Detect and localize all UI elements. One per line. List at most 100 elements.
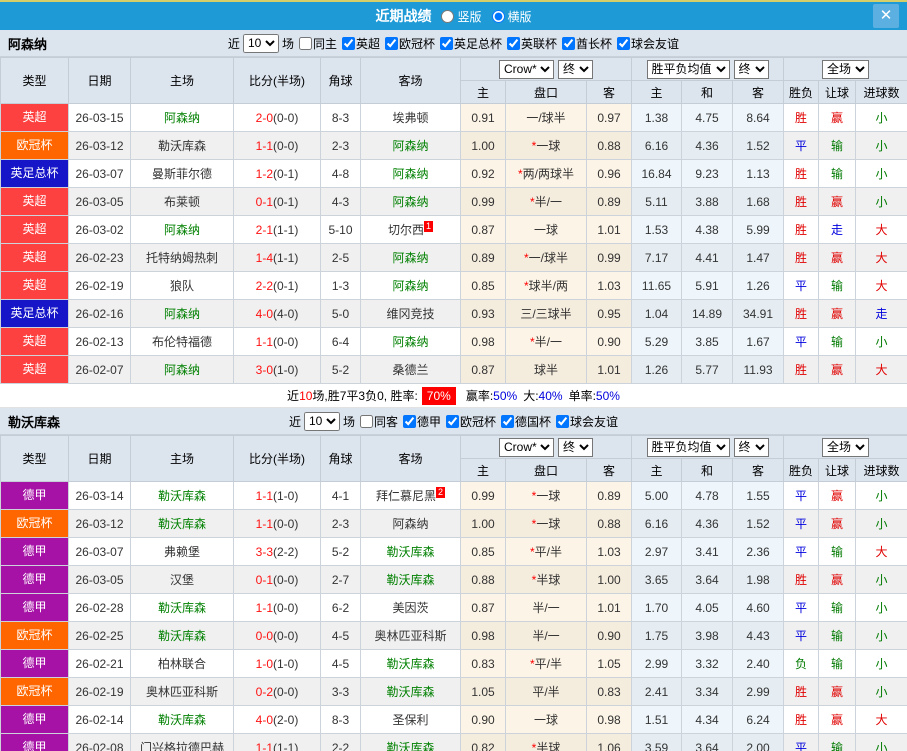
league-3-option[interactable]: 英联杯 xyxy=(502,35,557,52)
match-date: 26-02-21 xyxy=(68,649,131,678)
league-5-option[interactable]: 球会友谊 xyxy=(612,35,679,52)
match-date: 26-03-05 xyxy=(68,565,131,594)
goals-result-cell: 小 xyxy=(855,677,907,706)
euro-away-odds: 2.36 xyxy=(731,537,785,566)
asian-odds-group: Crow* 终 xyxy=(460,435,632,459)
goals-result-cell: 小 xyxy=(855,509,907,538)
win-rate-badge: 70% xyxy=(421,386,456,405)
odds-type-select[interactable]: 胜平负均值 xyxy=(646,59,730,79)
handicap-result-cell: 赢 xyxy=(818,509,857,538)
euro-away-odds: 1.52 xyxy=(731,131,785,160)
league-1-option[interactable]: 欧冠杯 xyxy=(441,413,496,430)
vertical-radio[interactable] xyxy=(441,9,455,23)
stat-label: 大: xyxy=(523,389,539,403)
league-2-option[interactable]: 英足总杯 xyxy=(435,35,502,52)
euro-home-odds: 2.99 xyxy=(631,649,682,678)
goals-result-cell: 大 xyxy=(855,355,907,384)
final-odds-select[interactable]: 终 xyxy=(558,59,593,79)
result-cell: 负 xyxy=(783,649,820,678)
close-button[interactable]: ✕ xyxy=(873,4,899,28)
away-team: 维冈竞技 xyxy=(360,299,461,328)
asian-handicap: *平/半 xyxy=(505,537,587,566)
summary-near: 近 xyxy=(287,389,300,403)
asian-handicap: 平/半 xyxy=(505,677,587,706)
layout-radio-vertical[interactable]: 竖版 xyxy=(435,8,482,25)
fulltime-score: 0-1 xyxy=(255,194,273,209)
asian-handicap: 一球 xyxy=(505,215,587,244)
goals-result-cell: 小 xyxy=(855,159,907,188)
euro-home-odds: 6.16 xyxy=(631,131,682,160)
scope-group: 全场 xyxy=(783,57,907,81)
asian-away-odds: 1.06 xyxy=(586,733,632,751)
league-2-checkbox[interactable] xyxy=(501,414,515,428)
euro-draw-odds: 4.36 xyxy=(681,509,733,538)
league-4-checkbox[interactable] xyxy=(562,36,576,50)
away-team: 阿森纳 xyxy=(360,131,461,160)
league-1-checkbox[interactable] xyxy=(384,36,398,50)
league-0-checkbox[interactable] xyxy=(341,36,355,50)
asian-home-odds: 0.99 xyxy=(460,481,506,510)
bookmaker-select[interactable]: Crow* xyxy=(499,59,554,79)
handicap-result-cell: 赢 xyxy=(818,481,857,510)
league-2-checkbox[interactable] xyxy=(440,36,453,50)
league-5-checkbox[interactable] xyxy=(617,36,631,50)
scope-select[interactable]: 全场 xyxy=(822,59,870,79)
scope-group: 全场 xyxy=(783,435,907,459)
corner-count: 8-3 xyxy=(320,705,361,734)
euro-draw-odds: 4.78 xyxy=(681,481,733,510)
euro-away-odds: 2.40 xyxy=(731,649,785,678)
col-away: 客场 xyxy=(360,435,461,482)
league-0-checkbox[interactable] xyxy=(402,414,416,428)
league-1-option[interactable]: 欧冠杯 xyxy=(380,35,435,52)
recent-label: 近 xyxy=(288,414,301,429)
layout-radio-horizontal[interactable]: 横版 xyxy=(486,8,532,25)
same-venue-checkbox[interactable] xyxy=(298,36,312,50)
asian-handicap: *一球 xyxy=(505,131,587,160)
final-odds-select-2[interactable]: 终 xyxy=(733,437,769,457)
euro-away-odds: 1.98 xyxy=(731,565,785,594)
match-score: 0-1(0-0) xyxy=(233,565,321,594)
stat-value: 50% xyxy=(595,388,620,403)
rank-badge: 1 xyxy=(424,221,434,232)
asian-away-odds: 1.03 xyxy=(586,537,632,566)
scope-select[interactable]: 全场 xyxy=(822,437,870,457)
col-home: 主场 xyxy=(130,435,234,482)
euro-home-odds: 3.59 xyxy=(631,733,682,751)
final-odds-select-2[interactable]: 终 xyxy=(733,59,769,79)
result-cell: 平 xyxy=(783,481,820,510)
table-row: 英超 26-02-19 狼队 2-2(0-1) 1-3 阿森纳 0.85 *球半… xyxy=(0,271,907,300)
recent-count-select[interactable]: 10 xyxy=(242,33,279,53)
league-0-label: 英超 xyxy=(355,36,380,51)
handicap-result-cell: 输 xyxy=(818,537,857,566)
horizontal-radio[interactable] xyxy=(491,9,505,23)
section-header-leverkusen: 勒沃库森 近 10 场 同客 德甲 欧冠杯 德国杯 球会友谊 xyxy=(0,408,907,435)
col-euro-draw: 和 xyxy=(681,80,733,104)
home-team: 布伦特福德 xyxy=(130,327,234,356)
competition-badge: 欧冠杯 xyxy=(1,132,68,159)
league-1-label: 欧冠杯 xyxy=(398,36,435,51)
match-date: 26-02-07 xyxy=(68,355,131,384)
league-2-option[interactable]: 德国杯 xyxy=(496,413,551,430)
bookmaker-select[interactable]: Crow* xyxy=(499,437,554,457)
league-3-checkbox[interactable] xyxy=(556,414,570,428)
away-team: 阿森纳 xyxy=(360,327,461,356)
league-4-option[interactable]: 酋长杯 xyxy=(557,35,612,52)
final-odds-select[interactable]: 终 xyxy=(558,437,593,457)
recent-count-select[interactable]: 10 xyxy=(303,411,340,431)
league-3-option[interactable]: 球会友谊 xyxy=(551,413,618,430)
result-cell: 平 xyxy=(783,733,820,751)
titlebar: 近期战绩 竖版 横版 ✕ xyxy=(0,2,907,30)
league-0-option[interactable]: 英超 xyxy=(337,35,380,52)
same-venue-option[interactable]: 同主 xyxy=(294,35,337,52)
same-venue-option[interactable]: 同客 xyxy=(355,413,398,430)
table-row: 欧冠杯 26-03-12 勒沃库森 1-1(0-0) 2-3 阿森纳 1.00 … xyxy=(0,131,907,160)
odds-type-select[interactable]: 胜平负均值 xyxy=(646,437,730,457)
handicap-result-cell: 输 xyxy=(818,327,857,356)
league-3-checkbox[interactable] xyxy=(507,36,521,50)
league-0-option[interactable]: 德甲 xyxy=(398,413,441,430)
same-venue-checkbox[interactable] xyxy=(359,414,373,428)
corner-count: 4-5 xyxy=(320,621,361,650)
handicap-result-cell: 输 xyxy=(818,733,857,751)
result-cell: 平 xyxy=(783,537,820,566)
league-1-checkbox[interactable] xyxy=(446,414,459,428)
